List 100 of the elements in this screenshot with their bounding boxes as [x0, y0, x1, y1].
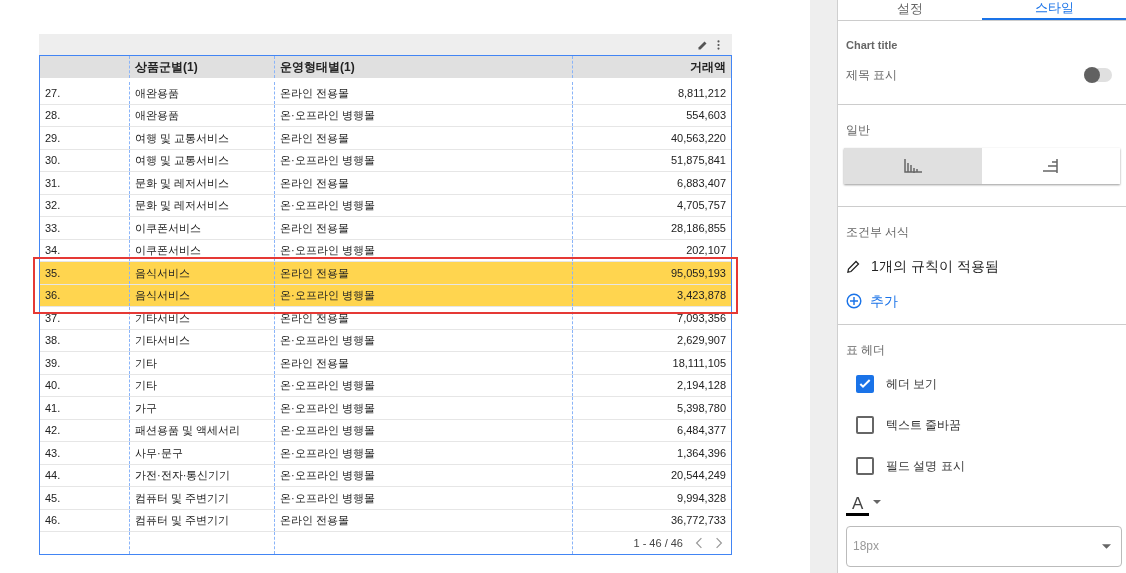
column-header[interactable]: 상품군별(1)	[135, 58, 198, 76]
table-cell-text: 1,364,396	[677, 445, 726, 461]
table-cell-text: 여행 및 교통서비스	[135, 153, 230, 168]
checkbox-label: 필드 설명 표시	[886, 457, 965, 475]
table-cell-text: 2,194,128	[677, 378, 726, 393]
table-cell-text: 20,544,249	[670, 468, 726, 483]
table-cell-text: 이쿠폰서비스	[135, 220, 201, 236]
table-cell-text: 온·오프라인 병행몰	[280, 153, 375, 168]
table-cell-text: 41.	[45, 400, 61, 416]
table-cell-text: 35.	[45, 265, 61, 281]
table-cell-text: 38.	[45, 333, 61, 348]
table-cell-text: 43.	[45, 445, 61, 461]
checkbox-label: 텍스트 줄바꿈	[886, 416, 962, 434]
table-cell-text: 애완용품	[135, 85, 179, 101]
font-color-button[interactable]: A	[846, 494, 870, 516]
table-cell-text: 온라인 전용몰	[280, 130, 350, 146]
table-cell-text: 9,994,328	[677, 490, 726, 506]
section-heading: Chart title	[846, 38, 899, 53]
table-cell-text: 3,423,878	[677, 288, 726, 303]
table-cell-text: 여행 및 교통서비스	[135, 130, 230, 146]
table-cell-text: 온라인 전용몰	[280, 85, 350, 101]
table-cell-text: 기타서비스	[135, 310, 190, 326]
table-cell-text: 음식서비스	[135, 288, 190, 303]
table-cell-text: 95,059,193	[670, 265, 726, 281]
toggle-switch[interactable]	[1084, 67, 1112, 82]
table-cell-text: 40,563,220	[670, 130, 726, 146]
checkbox[interactable]	[856, 456, 874, 475]
table-cell-text: 8,811,212	[677, 85, 726, 101]
rule-summary[interactable]: 1개의 규칙이 적용됨	[871, 255, 999, 277]
pencil-icon	[846, 258, 861, 274]
table-cell-text: 사무·문구	[135, 445, 183, 461]
table-cell-text: 32.	[45, 198, 61, 213]
table-cell-text: 202,107	[686, 243, 726, 258]
caret-icon	[1102, 543, 1111, 549]
table-cell-text: 애완용품	[135, 108, 179, 123]
checkbox[interactable]	[856, 374, 874, 393]
table-cell-text: 온·오프라인 병행몰	[280, 468, 375, 483]
table-cell-text: 온·오프라인 병행몰	[280, 490, 375, 506]
table-cell-text: 6,484,377	[677, 423, 726, 438]
table-cell-text: 컴퓨터 및 주변기기	[135, 490, 230, 506]
table-cell-text: 42.	[45, 423, 61, 438]
table-cell-text: 기타	[135, 355, 157, 371]
table-cell-text: 5,398,780	[677, 400, 726, 416]
table-cell-text: 28.	[45, 108, 61, 123]
caret-icon[interactable]	[873, 500, 882, 504]
table-cell-text: 29.	[45, 130, 61, 146]
table-cell-text: 온·오프라인 병행몰	[280, 400, 375, 416]
table-cell-text: 온·오프라인 병행몰	[280, 423, 375, 438]
table-cell-text: 6,883,407	[677, 175, 726, 191]
table-cell-text: 37.	[45, 310, 61, 326]
table-cell-text: 34.	[45, 243, 61, 258]
table-cell-text: 4,705,757	[677, 198, 726, 213]
table-cell-text: 온·오프라인 병행몰	[280, 108, 375, 123]
table-cell-text: 가구	[135, 400, 157, 416]
table-cell-text: 컴퓨터 및 주변기기	[135, 513, 230, 528]
table-cell-text: 33.	[45, 220, 61, 236]
table-cell-text: 기타서비스	[135, 333, 190, 348]
table-cell-text: 온·오프라인 병행몰	[280, 243, 375, 258]
table-cell-text: 패션용품 및 액세서리	[135, 423, 241, 438]
align-right-icon	[1042, 158, 1060, 173]
table-cell-text: 온·오프라인 병행몰	[280, 378, 375, 393]
table-cell-text: 이쿠폰서비스	[135, 243, 201, 258]
table-cell-text: 온라인 전용몰	[280, 355, 350, 371]
table-cell-text: 온·오프라인 병행몰	[280, 333, 375, 348]
column-header[interactable]: 거래액	[690, 58, 726, 76]
table-cell-text: 40.	[45, 378, 61, 393]
table-cell-text: 문화 및 레저서비스	[135, 198, 230, 213]
table-cell-text: 온라인 전용몰	[280, 220, 350, 236]
table-cell-text: 51,875,841	[670, 153, 726, 168]
table-cell-text: 18,111,105	[672, 355, 726, 371]
table-cell-text: 온·오프라인 병행몰	[280, 445, 375, 461]
tab[interactable]: 스타일	[982, 0, 1126, 20]
toggle-label: 제목 표시	[846, 66, 898, 84]
table-cell-text: 28,186,855	[670, 220, 726, 236]
tab[interactable]: 설정	[838, 0, 982, 20]
table-cell-text: 31.	[45, 175, 61, 191]
more-icon[interactable]	[717, 39, 720, 50]
column-header[interactable]: 운영형태별(1)	[280, 58, 355, 76]
plus-circle-icon	[846, 293, 862, 309]
table-cell-text: 온라인 전용몰	[280, 175, 350, 191]
checkbox[interactable]	[856, 415, 874, 434]
table-cell-text: 39.	[45, 355, 61, 371]
section-heading: 일반	[845, 121, 871, 139]
add-rule-button[interactable]: 추가	[846, 290, 898, 312]
table-cell-text: 45.	[45, 490, 61, 506]
table-cell-text: 554,603	[686, 108, 726, 123]
table-cell-text: 2,629,907	[677, 333, 726, 348]
table-cell-text: 음식서비스	[135, 265, 190, 281]
table-cell-text: 30.	[45, 153, 61, 168]
table-cell-text: 가전·전자·통신기기	[135, 468, 231, 483]
table-cell-text: 44.	[45, 468, 61, 483]
section-heading: 표 헤더	[846, 341, 887, 359]
table-cell-text: 온라인 전용몰	[280, 310, 350, 326]
table-cell-text: 온라인 전용몰	[280, 513, 350, 528]
table-cell-text: 36.	[45, 288, 61, 303]
table-cell-text: 36,772,733	[670, 513, 726, 528]
table-cell-text: 온라인 전용몰	[280, 265, 350, 281]
table-cell-text: 온·오프라인 병행몰	[280, 198, 375, 213]
table-cell-text: 27.	[45, 85, 61, 101]
table-cell-text: 문화 및 레저서비스	[135, 175, 230, 191]
